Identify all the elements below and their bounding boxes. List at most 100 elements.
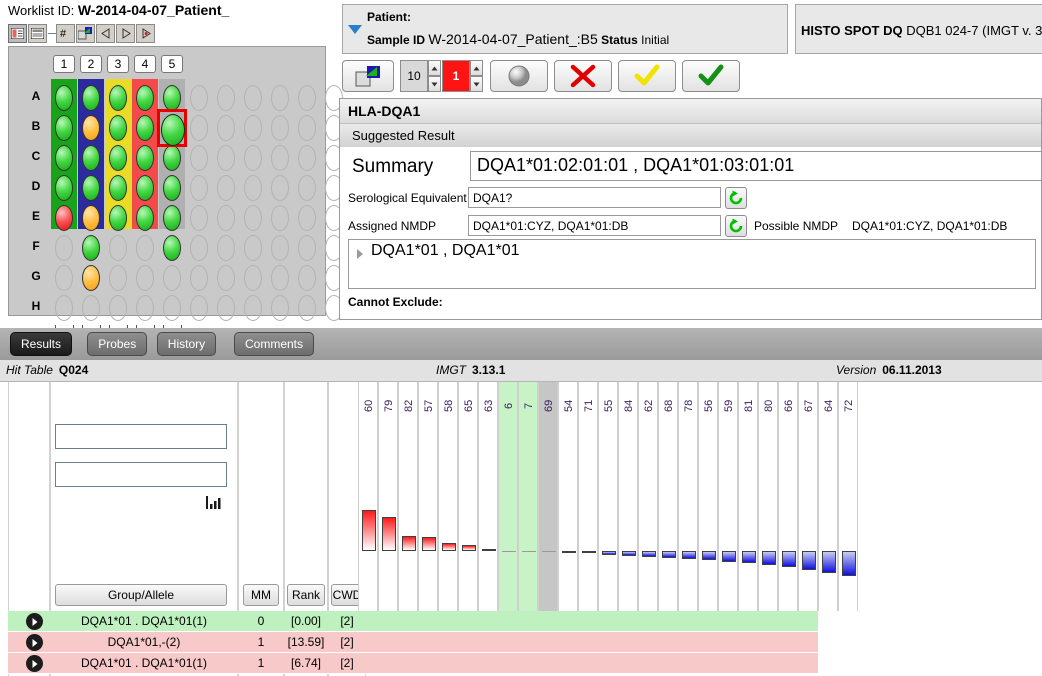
well-cell[interactable] <box>160 83 184 113</box>
well-cell[interactable] <box>295 113 319 143</box>
well-cell[interactable] <box>79 233 103 263</box>
plate-col-header-1[interactable]: 1 <box>53 55 75 73</box>
well-F10[interactable] <box>298 235 316 261</box>
well-C8[interactable] <box>244 145 262 171</box>
well-cell[interactable] <box>133 143 157 173</box>
well-D5[interactable] <box>163 175 181 201</box>
well-G5[interactable] <box>163 265 181 291</box>
well-G7[interactable] <box>217 265 235 291</box>
well-E10[interactable] <box>298 205 316 231</box>
well-D6[interactable] <box>190 175 208 201</box>
probe-column-65[interactable]: 65 <box>458 382 478 611</box>
well-cell[interactable] <box>79 293 103 323</box>
well-cell[interactable] <box>241 263 265 293</box>
well-A7[interactable] <box>217 85 235 111</box>
page-count-arrows[interactable] <box>428 60 441 92</box>
well-cell[interactable] <box>79 143 103 173</box>
well-C2[interactable] <box>82 145 100 171</box>
well-A3[interactable] <box>109 85 127 111</box>
well-cell[interactable] <box>133 233 157 263</box>
spin-up-icon[interactable] <box>428 60 441 76</box>
plate-row-header-F[interactable]: F <box>29 235 43 257</box>
well-cell[interactable] <box>79 113 103 143</box>
well-G4[interactable] <box>136 265 154 291</box>
well-cell[interactable] <box>268 143 292 173</box>
well-C5[interactable] <box>163 145 181 171</box>
well-cell[interactable] <box>295 293 319 323</box>
well-cell[interactable] <box>214 233 238 263</box>
well-cell[interactable] <box>106 203 130 233</box>
well-E7[interactable] <box>217 205 235 231</box>
well-D4[interactable] <box>136 175 154 201</box>
well-cell[interactable] <box>268 203 292 233</box>
well-cell[interactable] <box>268 293 292 323</box>
well-cell[interactable] <box>52 293 76 323</box>
well-C10[interactable] <box>298 145 316 171</box>
well-F6[interactable] <box>190 235 208 261</box>
well-cell[interactable] <box>160 263 184 293</box>
well-cell[interactable] <box>268 83 292 113</box>
well-cell[interactable] <box>241 113 265 143</box>
well-D7[interactable] <box>217 175 235 201</box>
well-G9[interactable] <box>271 265 289 291</box>
well-cell[interactable] <box>52 173 76 203</box>
column-header-mm[interactable]: MM <box>243 584 279 606</box>
well-C9[interactable] <box>271 145 289 171</box>
plate-row-header-D[interactable]: D <box>29 175 43 197</box>
well-cell[interactable] <box>79 203 103 233</box>
well-H3[interactable] <box>109 295 127 321</box>
probe-column-64[interactable]: 64 <box>818 382 838 611</box>
well-cell[interactable] <box>106 113 130 143</box>
detail-view-icon[interactable] <box>28 23 47 43</box>
well-H10[interactable] <box>298 295 316 321</box>
well-A10[interactable] <box>298 85 316 111</box>
expand-triangle-icon[interactable] <box>348 25 362 34</box>
well-cell[interactable] <box>106 233 130 263</box>
well-D8[interactable] <box>244 175 262 201</box>
well-cell[interactable] <box>52 233 76 263</box>
well-A2[interactable] <box>82 85 100 111</box>
well-F7[interactable] <box>217 235 235 261</box>
well-H4[interactable] <box>136 295 154 321</box>
well-cell[interactable] <box>214 203 238 233</box>
probe-column-67[interactable]: 67 <box>798 382 818 611</box>
plate-row-header-G[interactable]: G <box>29 265 43 287</box>
well-cell[interactable] <box>133 173 157 203</box>
probe-column-58[interactable]: 58 <box>438 382 458 611</box>
well-cell[interactable] <box>52 143 76 173</box>
well-cell[interactable] <box>295 143 319 173</box>
well-cell[interactable] <box>295 203 319 233</box>
well-cell[interactable] <box>133 263 157 293</box>
well-F5[interactable] <box>163 235 181 261</box>
probe-column-55[interactable]: 55 <box>598 382 618 611</box>
plate-row-header-H[interactable]: H <box>29 295 43 317</box>
row-expand-icon[interactable] <box>26 613 43 630</box>
probe-column-71[interactable]: 71 <box>578 382 598 611</box>
well-cell[interactable] <box>133 203 157 233</box>
well-H6[interactable] <box>190 295 208 321</box>
well-B1[interactable] <box>55 115 73 141</box>
well-F3[interactable] <box>109 235 127 261</box>
well-cell[interactable] <box>160 203 184 233</box>
probe-column-79[interactable]: 79 <box>378 382 398 611</box>
plate-row-header-A[interactable]: A <box>29 85 43 107</box>
page-count-spinner[interactable]: 10 <box>400 60 441 92</box>
well-B8[interactable] <box>244 115 262 141</box>
well-cell[interactable] <box>106 83 130 113</box>
tab-results[interactable]: Results <box>10 332 73 356</box>
well-cell[interactable] <box>241 233 265 263</box>
column-header-rank[interactable]: Rank <box>287 584 325 606</box>
well-G3[interactable] <box>109 265 127 291</box>
accept-button[interactable] <box>682 60 740 92</box>
well-cell[interactable] <box>268 233 292 263</box>
well-H8[interactable] <box>244 295 262 321</box>
probe-column-84[interactable]: 84 <box>618 382 638 611</box>
allele-tree[interactable]: DQA1*01 , DQA1*01 <box>348 239 1036 289</box>
provisional-accept-button[interactable] <box>618 60 676 92</box>
well-cell[interactable] <box>241 203 265 233</box>
well-E1[interactable] <box>55 205 73 231</box>
well-B10[interactable] <box>298 115 316 141</box>
well-F9[interactable] <box>271 235 289 261</box>
plate-row-header-C[interactable]: C <box>29 145 43 167</box>
well-F2[interactable] <box>82 235 100 261</box>
